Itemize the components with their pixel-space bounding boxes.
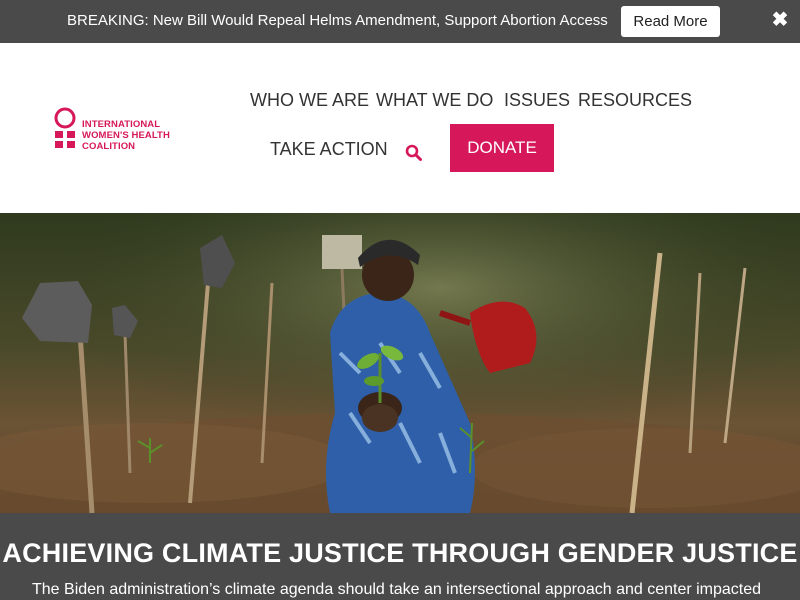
nav-what-we-do[interactable]: WHAT WE DO [376,89,493,111]
search-icon[interactable] [405,144,423,162]
nav-take-action[interactable]: TAKE ACTION [270,138,388,160]
logo-text: INTERNATIONAL WOMEN'S HEALTH COALITION [82,119,170,152]
nav-issues[interactable]: ISSUES [504,89,570,111]
hero-image [0,213,800,513]
alert-text: BREAKING: New Bill Would Repeal Helms Am… [67,12,608,29]
logo-mark-icon [54,107,76,148]
read-more-button[interactable]: Read More [621,6,720,37]
feature-title[interactable]: ACHIEVING CLIMATE JUSTICE THROUGH GENDER… [0,537,800,569]
feature-band: ACHIEVING CLIMATE JUSTICE THROUGH GENDER… [0,513,800,600]
logo[interactable]: INTERNATIONAL WOMEN'S HEALTH COALITION [54,107,184,152]
site-header: INTERNATIONAL WOMEN'S HEALTH COALITION W… [0,43,800,213]
nav-who-we-are[interactable]: WHO WE ARE [250,89,369,111]
nav-resources[interactable]: RESOURCES [578,89,692,111]
hero-photo [0,213,800,513]
feature-description: The Biden administration’s climate agend… [32,581,762,598]
close-icon[interactable]: ✖ [770,10,790,30]
logo-line-2: WOMEN'S HEALTH [82,130,170,141]
logo-line-1: INTERNATIONAL [82,119,161,130]
alert-bar: BREAKING: New Bill Would Repeal Helms Am… [0,0,800,43]
logo-line-3: COALITION [82,141,136,152]
donate-button[interactable]: DONATE [450,124,554,172]
